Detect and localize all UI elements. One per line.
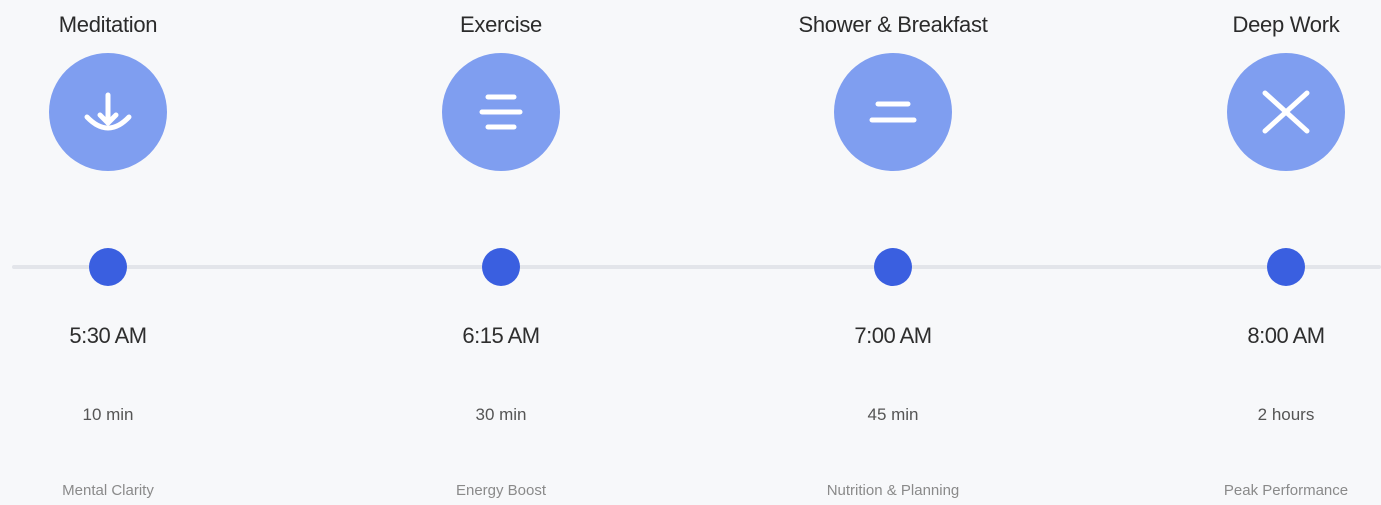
step-time: 8:00 AM: [1247, 323, 1325, 348]
step-title: Exercise: [460, 12, 542, 37]
step-time: 5:30 AM: [69, 323, 147, 348]
step-benefit: Nutrition & Planning: [826, 482, 960, 499]
step-benefit: Mental Clarity: [62, 482, 154, 499]
timeline-dot[interactable]: [482, 248, 520, 286]
equals-icon: [834, 53, 952, 171]
step-benefit: Peak Performance: [1223, 482, 1349, 499]
step-title: Shower & Breakfast: [798, 12, 988, 37]
step-benefit: Energy Boost: [455, 482, 547, 499]
step-duration: 30 min: [475, 405, 527, 424]
step-duration: 10 min: [82, 405, 134, 424]
step-title: Meditation: [58, 12, 158, 37]
timeline-dot[interactable]: [1267, 248, 1305, 286]
step-title: Deep Work: [1232, 12, 1340, 37]
step-duration: 45 min: [867, 405, 919, 424]
timeline-step-exercise[interactable]: Exercise 6:15 AM 30 min Energy Boost: [371, 0, 631, 505]
timeline-step-deep-work[interactable]: Deep Work 8:00 AM 2 hours Peak Performan…: [1156, 0, 1381, 505]
three-lines-icon: [442, 53, 560, 171]
timeline-dot[interactable]: [874, 248, 912, 286]
step-duration: 2 hours: [1257, 405, 1315, 424]
step-time: 7:00 AM: [854, 323, 932, 348]
timeline-dot[interactable]: [89, 248, 127, 286]
cross-icon: [1227, 53, 1345, 171]
step-time: 6:15 AM: [462, 323, 540, 348]
timeline-step-shower-breakfast[interactable]: Shower & Breakfast 7:00 AM 45 min Nutrit…: [763, 0, 1023, 505]
lotus-icon: [49, 53, 167, 171]
timeline-step-meditation[interactable]: Meditation 5:30 AM 10 min Mental Clarity: [0, 0, 238, 505]
